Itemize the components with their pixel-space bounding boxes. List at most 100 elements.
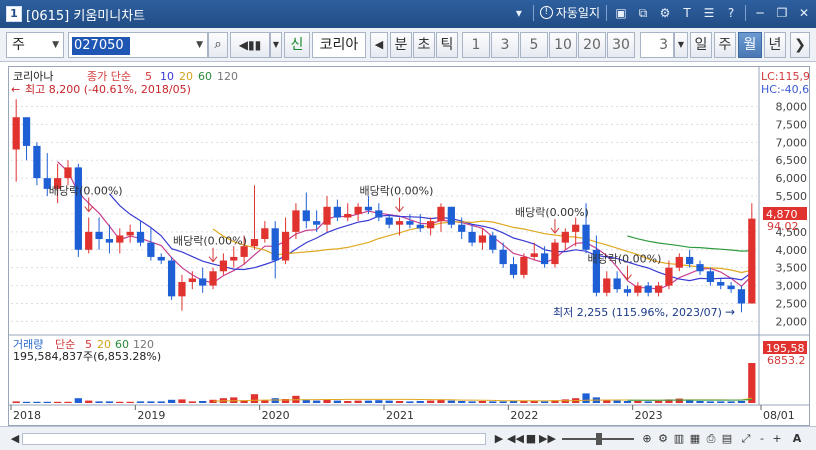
period-second-button[interactable]: 초 [413, 32, 435, 58]
volume-bar [126, 401, 134, 403]
expand-icon[interactable]: ⤢ [738, 430, 754, 448]
scroll-left-button[interactable]: ◀ [8, 430, 22, 448]
volume-bar [727, 401, 735, 403]
grid-icon[interactable]: ▤ [720, 430, 734, 448]
candle-body [33, 145, 41, 179]
gear-icon[interactable]: ⚙ [656, 430, 670, 448]
autosave-button[interactable]: ! 자동일지 [539, 4, 600, 21]
candle-body [551, 242, 559, 265]
interval-button[interactable]: 10 [549, 32, 577, 58]
interval-custom-input[interactable]: 3 [640, 32, 674, 58]
rewind-button[interactable]: ◀◀ [507, 430, 524, 448]
interval-button[interactable]: 30 [607, 32, 635, 58]
volume-bar [426, 400, 435, 403]
dropdown-icon[interactable]: ▾ [511, 5, 527, 21]
range-month-button[interactable]: 월 [738, 32, 762, 58]
search-button[interactable]: ⌕ [208, 32, 228, 58]
candle-body [364, 206, 373, 211]
volume-bar [167, 399, 176, 403]
prev-button[interactable]: ◀ [370, 32, 388, 58]
volume-bar [323, 399, 331, 403]
restore-icon[interactable]: ❐ [774, 5, 790, 21]
list-icon[interactable]: ☰ [701, 5, 717, 21]
market-type-select[interactable]: 주 ▼ [6, 32, 64, 58]
toolbar-next-button[interactable]: ❯ [790, 32, 810, 58]
current-change: 94.02 [767, 220, 799, 233]
y-tick-label: 7,000 [776, 136, 808, 149]
candle-body [105, 239, 114, 243]
volume-bar [458, 401, 466, 403]
volume-bar [717, 401, 725, 403]
period-tick-button[interactable]: 틱 [436, 32, 458, 58]
help-icon[interactable]: ? [723, 5, 739, 21]
volume-bar [499, 401, 507, 403]
settings-icon[interactable]: ⚙ [657, 5, 673, 21]
horizontal-scrollbar[interactable] [22, 433, 486, 445]
candle-body [406, 221, 414, 225]
volume-bar [22, 401, 31, 403]
volume-bar [489, 401, 497, 403]
magnifier-icon[interactable]: ⊕ [640, 430, 654, 448]
range-day-button[interactable]: 일 [690, 32, 712, 58]
candle-body [199, 278, 207, 286]
period-minute-button[interactable]: 분 [390, 32, 412, 58]
high-annotation: 최고 8,200 (-40.61%, 2018/05) [25, 83, 191, 96]
fast-forward-button[interactable]: ▶▶ [539, 430, 556, 448]
interval-button[interactable]: 20 [578, 32, 606, 58]
chevron-down-icon[interactable]: ▼ [196, 33, 203, 57]
candle-body [323, 206, 331, 225]
print-icon[interactable]: ⎙ [704, 430, 718, 448]
low-annotation: 최저 2,255 (115.96%, 2023/07) [553, 306, 722, 319]
volume-bar [364, 400, 373, 403]
auto-scale-button[interactable]: A [790, 430, 804, 448]
volume-bar [375, 400, 383, 403]
candle-body [468, 231, 476, 243]
speaker-dropdown[interactable]: ▼ [270, 32, 282, 58]
dividend-label: 배당락(0.00%) [49, 185, 123, 198]
candle-body [717, 282, 725, 286]
stock-code-input[interactable] [72, 36, 130, 55]
candle-body [95, 231, 103, 240]
chart-area[interactable]: 코리아나 종가 단순 5 10 20 60 120 LC:115,9 HC:-4… [8, 66, 810, 426]
volume-bar [654, 401, 663, 403]
volume-bar [509, 401, 518, 403]
candle-body [375, 210, 383, 218]
y-tick-label: 8,000 [776, 100, 808, 113]
separator [745, 4, 746, 21]
candle-body [644, 285, 652, 293]
interval-button[interactable]: 5 [520, 32, 548, 58]
play-button[interactable]: ▶ [492, 430, 506, 448]
interval-button[interactable]: 1 [462, 32, 490, 58]
x-tick-label: 08/01 [763, 409, 795, 422]
chart-canvas[interactable]: 코리아나 종가 단순 5 10 20 60 120 LC:115,9 HC:-4… [9, 67, 809, 425]
stock-code-combobox[interactable]: ▼ [68, 32, 208, 58]
table-icon[interactable]: ▦ [688, 430, 702, 448]
y-tick-label: 3,000 [776, 280, 808, 293]
copy-icon[interactable]: ⧉ [635, 5, 651, 21]
zoom-out-button[interactable]: - [756, 430, 768, 448]
chart-type-icon[interactable]: ▥ [672, 430, 686, 448]
close-icon[interactable]: ✕ [796, 5, 812, 21]
text-icon[interactable]: T [679, 5, 695, 21]
y-tick-label: 2,000 [776, 315, 808, 328]
minimize-icon[interactable]: ─ [752, 5, 768, 21]
range-week-button[interactable]: 주 [714, 32, 736, 58]
candle-body [489, 235, 497, 250]
slider-thumb[interactable] [596, 433, 602, 445]
speaker-button[interactable]: ◀▮▮ [230, 32, 270, 58]
interval-dropdown[interactable]: ▼ [674, 32, 688, 58]
info-icon: ! [539, 6, 553, 19]
time-axis: 2018 2019 2020 2021 2022 2023 08/01 [10, 405, 795, 422]
volume-bar [354, 400, 362, 403]
zoom-in-button[interactable]: + [770, 430, 784, 448]
ma60-label: 60 [198, 70, 212, 83]
zoom-slider[interactable] [562, 430, 634, 448]
range-year-button[interactable]: 년 [764, 32, 786, 58]
stop-button[interactable]: ■ [524, 430, 538, 448]
volume-bar [95, 401, 103, 403]
ma5-line [57, 161, 753, 290]
candle-body [603, 278, 611, 293]
interval-button[interactable]: 3 [491, 32, 519, 58]
layout-icon[interactable]: ▣ [613, 5, 629, 21]
new-button[interactable]: 신 [284, 32, 310, 58]
